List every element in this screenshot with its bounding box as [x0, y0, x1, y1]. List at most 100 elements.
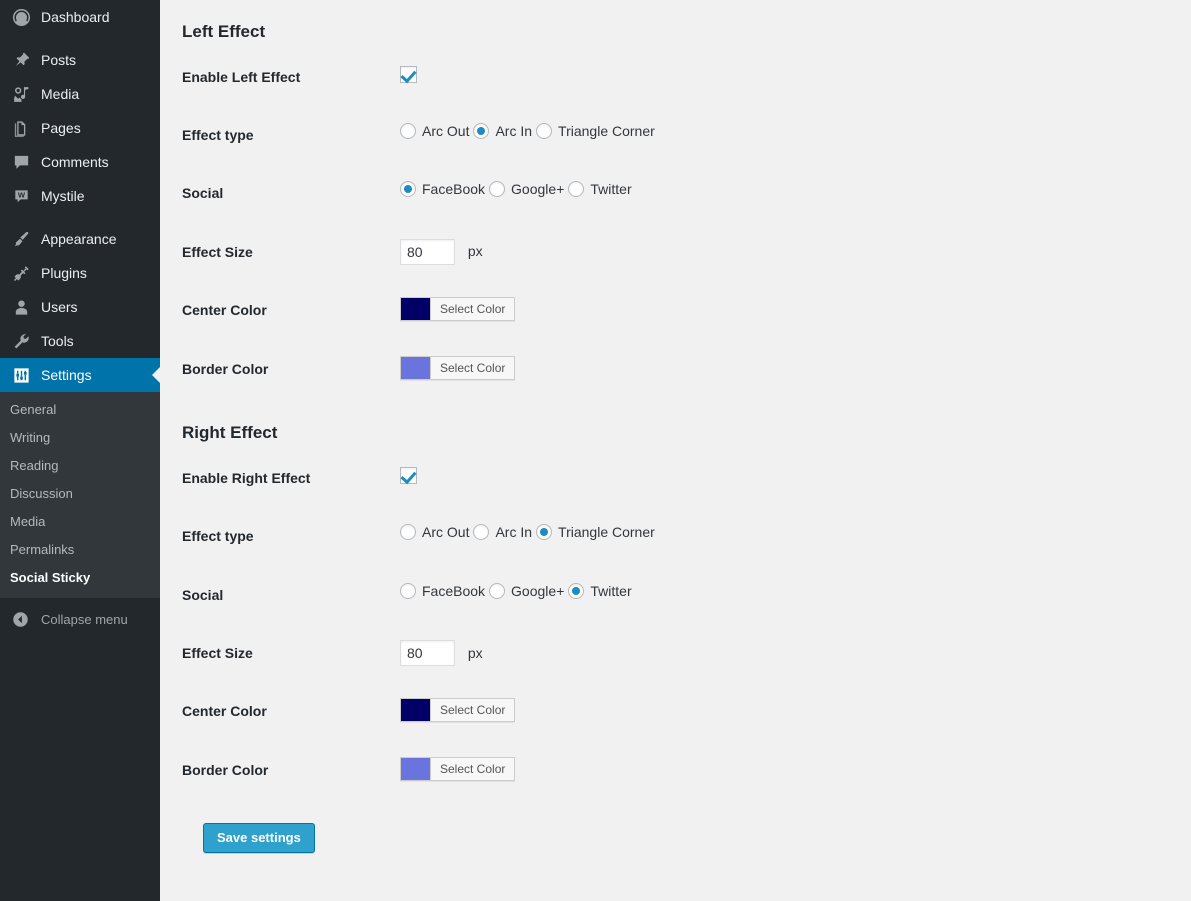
radio-facebook-icon[interactable]: [400, 582, 416, 599]
table-row: Effect type Arc Out Arc In Triangle Corn…: [182, 507, 1191, 565]
sidebar-item-users[interactable]: Users: [0, 290, 160, 324]
right-center-select-color-button[interactable]: Select Color: [431, 698, 515, 721]
left-effect-form: Enable Left Effect Effect type Arc Out A…: [182, 48, 1191, 399]
right-effect-type-option-triangle-corner[interactable]: Triangle Corner: [536, 523, 659, 541]
save-settings-button[interactable]: Save settings: [203, 823, 315, 854]
right-social-option-googleplus[interactable]: Google+: [489, 582, 568, 600]
sidebar-subitem-social-sticky[interactable]: Social Sticky: [0, 564, 160, 592]
pin-icon: [10, 50, 32, 70]
radio-arc-in-icon[interactable]: [473, 524, 490, 541]
right-effect-size-input[interactable]: [400, 639, 455, 666]
right-effect-type-option-arc-in[interactable]: Arc In: [473, 523, 536, 541]
right-border-color-picker[interactable]: Select Color: [400, 757, 516, 782]
sidebar-item-plugins[interactable]: Plugins: [0, 256, 160, 290]
left-social-radios: FaceBook Google+ Twitter: [400, 180, 1181, 198]
left-effect-heading: Left Effect: [182, 22, 266, 41]
sidebar-item-tools[interactable]: Tools: [0, 324, 160, 358]
radio-arc-out-icon[interactable]: [400, 524, 416, 541]
media-icon: [10, 84, 32, 104]
sidebar-item-posts[interactable]: Posts: [0, 43, 160, 77]
table-row: Social FaceBook Google+ Twitter: [182, 164, 1191, 222]
collapse-menu-label: Collapse menu: [41, 611, 128, 627]
left-effect-type-option-arc-out[interactable]: Arc Out: [400, 122, 473, 140]
sidebar-subitem-general[interactable]: General: [0, 396, 160, 424]
sidebar-subitem-media[interactable]: Media: [0, 508, 160, 536]
user-icon: [10, 297, 32, 317]
right-effect-type-radios: Arc Out Arc In Triangle Corner: [400, 523, 1181, 541]
radio-arc-in-icon[interactable]: [473, 123, 490, 140]
sidebar-item-label: Comments: [41, 153, 109, 170]
left-effect-type-option-arc-in[interactable]: Arc In: [473, 122, 536, 140]
sidebar-item-label: Appearance: [41, 230, 117, 247]
left-effect-type-radios: Arc Out Arc In Triangle Corner: [400, 122, 1181, 140]
left-border-color-picker[interactable]: Select Color: [400, 355, 516, 380]
radio-googleplus-icon[interactable]: [489, 181, 506, 198]
wrench-icon: [10, 331, 32, 351]
collapse-menu-button[interactable]: Collapse menu: [0, 602, 160, 636]
left-center-color-swatch[interactable]: [401, 297, 431, 320]
sidebar-subitem-discussion[interactable]: Discussion: [0, 480, 160, 508]
sidebar-subitem-writing[interactable]: Writing: [0, 424, 160, 452]
right-effect-size-label: Effect Size: [182, 644, 253, 661]
enable-left-effect-label: Enable Left Effect: [182, 69, 301, 85]
submit-row: Save settings: [182, 800, 1191, 854]
left-center-select-color-button[interactable]: Select Color: [431, 297, 515, 320]
radio-googleplus-icon[interactable]: [489, 582, 506, 599]
table-row: Effect Size px: [182, 624, 1191, 682]
settings-content: Left Effect Enable Left Effect Effect ty…: [160, 0, 1191, 901]
sidebar-item-media[interactable]: Media: [0, 77, 160, 111]
right-border-color-label: Border Color: [182, 762, 269, 779]
right-center-color-picker[interactable]: Select Color: [400, 697, 516, 722]
right-center-color-label: Center Color: [182, 702, 267, 719]
left-border-color-label: Border Color: [182, 360, 269, 377]
sidebar-item-dashboard[interactable]: Dashboard: [0, 0, 160, 34]
right-border-select-color-button[interactable]: Select Color: [431, 758, 515, 781]
chevron-left-circle-icon: [10, 609, 30, 629]
settings-submenu: General Writing Reading Discussion Media…: [0, 392, 160, 598]
right-border-color-swatch[interactable]: [401, 758, 431, 781]
radio-triangle-corner-icon[interactable]: [536, 524, 553, 541]
left-effect-type-option-triangle-corner[interactable]: Triangle Corner: [536, 122, 659, 140]
table-row: Border Color Select Color: [182, 741, 1191, 800]
sidebar-item-settings[interactable]: Settings: [0, 358, 160, 392]
enable-right-effect-checkbox[interactable]: [400, 466, 417, 484]
enable-left-effect-checkbox[interactable]: [400, 65, 417, 83]
admin-sidebar: Dashboard Posts Media Pages Comments W M…: [0, 0, 160, 901]
sidebar-item-pages[interactable]: Pages: [0, 111, 160, 145]
sidebar-item-comments[interactable]: Comments: [0, 145, 160, 179]
radio-facebook-icon[interactable]: [400, 181, 416, 198]
sidebar-subitem-permalinks[interactable]: Permalinks: [0, 536, 160, 564]
sidebar-item-label: Mystile: [41, 187, 85, 204]
left-center-color-picker[interactable]: Select Color: [400, 296, 516, 321]
radio-twitter-icon[interactable]: [568, 582, 585, 599]
sidebar-item-mystile[interactable]: W Mystile: [0, 179, 160, 213]
radio-twitter-icon[interactable]: [568, 181, 585, 198]
left-effect-size-unit: px: [467, 243, 483, 260]
right-social-option-facebook[interactable]: FaceBook: [400, 582, 489, 600]
radio-arc-out-icon[interactable]: [400, 123, 416, 140]
sidebar-item-label: Pages: [41, 119, 81, 136]
left-social-option-twitter[interactable]: Twitter: [568, 180, 635, 198]
left-effect-size-label: Effect Size: [182, 243, 253, 260]
right-center-color-swatch[interactable]: [401, 698, 431, 721]
radio-triangle-corner-icon[interactable]: [536, 123, 553, 140]
left-border-select-color-button[interactable]: Select Color: [431, 356, 515, 379]
sidebar-subitem-reading[interactable]: Reading: [0, 452, 160, 480]
plug-icon: [10, 263, 32, 283]
comment-bubble-icon: [10, 152, 32, 172]
right-effect-type-label: Effect type: [182, 528, 254, 545]
mystile-icon: W: [10, 186, 32, 206]
left-border-color-swatch[interactable]: [401, 356, 431, 379]
pages-icon: [10, 118, 32, 138]
sidebar-item-appearance[interactable]: Appearance: [0, 222, 160, 256]
settings-sliders-icon: [10, 365, 32, 385]
sidebar-divider: [0, 34, 160, 43]
left-center-color-label: Center Color: [182, 301, 267, 318]
left-social-label: Social: [182, 185, 224, 202]
right-effect-type-option-arc-out[interactable]: Arc Out: [400, 523, 473, 541]
table-row: Enable Left Effect: [182, 48, 1191, 106]
left-effect-size-input[interactable]: [400, 238, 455, 265]
left-social-option-facebook[interactable]: FaceBook: [400, 180, 489, 198]
right-social-option-twitter[interactable]: Twitter: [568, 582, 635, 600]
left-social-option-googleplus[interactable]: Google+: [489, 180, 568, 198]
